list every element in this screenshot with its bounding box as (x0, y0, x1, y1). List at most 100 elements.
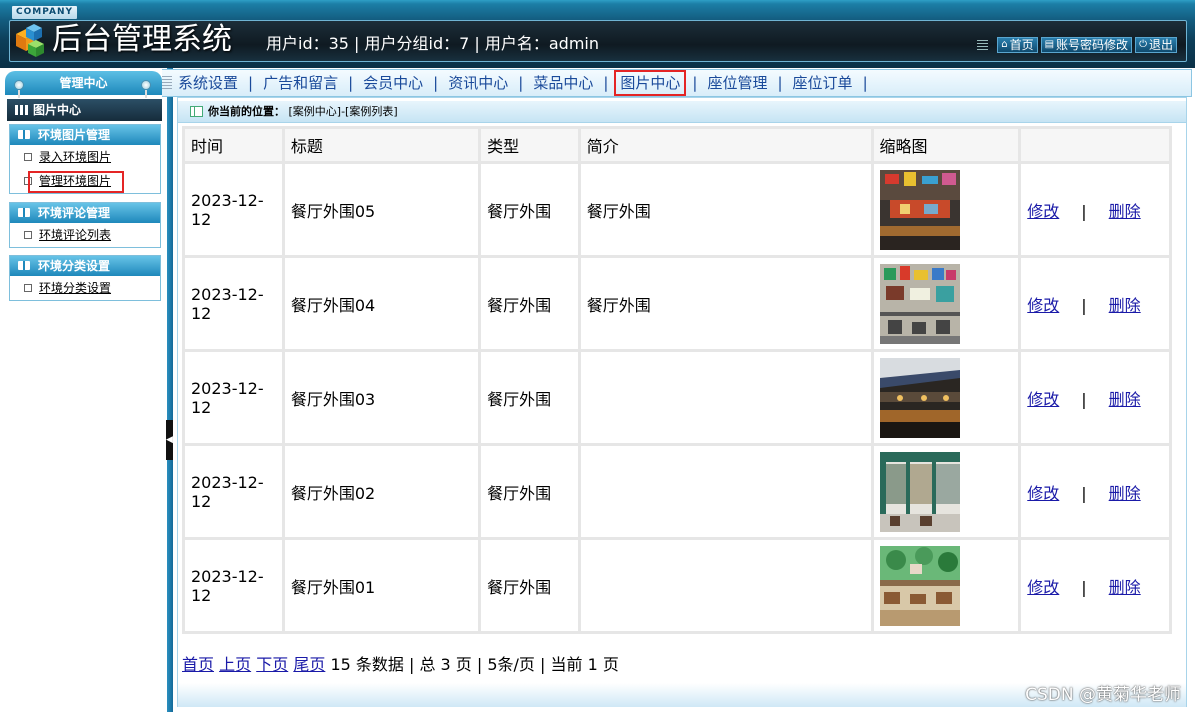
edit-link[interactable]: 修改 (1027, 296, 1059, 315)
delete-link[interactable]: 删除 (1109, 578, 1141, 597)
nav-separator: | (862, 74, 868, 92)
edit-link[interactable]: 修改 (1027, 484, 1059, 503)
logout-label: 退出 (1148, 38, 1173, 52)
home-button[interactable]: ⌂ 首页 (997, 37, 1038, 53)
delete-link[interactable]: 删除 (1109, 484, 1141, 503)
edit-link[interactable]: 修改 (1027, 578, 1059, 597)
sidebar: 管理中心 图片中心 环境图片管理 录入环境图片 管理环境图片 环境评论管理 环境… (0, 68, 173, 712)
cell-thumbnail (873, 164, 1019, 255)
sidebar-item-add-env-image[interactable]: 录入环境图片 (10, 145, 160, 169)
cell-intro (580, 446, 871, 537)
delete-link[interactable]: 删除 (1109, 390, 1141, 409)
sidebar-item-env-comment-list[interactable]: 环境评论列表 (10, 223, 160, 247)
thumbnail-image[interactable] (879, 451, 960, 532)
cell-time: 2023-12-12 (185, 164, 282, 255)
tab-members[interactable]: 会员中心 (359, 72, 427, 94)
sidebar-item-label: 环境分类设置 (39, 281, 112, 295)
pagination: 首页 上页 下页 尾页 15 条数据 | 总 3 页 | 5条/页 | 当前 1… (182, 654, 619, 676)
nav-separator: | (518, 74, 524, 92)
cell-thumbnail (873, 258, 1019, 349)
system-title: 后台管理系统 (52, 22, 232, 57)
cell-title: 餐厅外围03 (284, 352, 479, 443)
pin-icon (14, 80, 24, 98)
sidebar-rail (167, 68, 173, 712)
logout-button[interactable]: ⏻ 退出 (1135, 37, 1177, 53)
last-page-link[interactable]: 尾页 (293, 655, 325, 674)
cell-type: 餐厅外围 (481, 540, 578, 631)
action-separator: | (1081, 295, 1087, 315)
sidebar-group-title: 环境评论管理 (38, 206, 111, 220)
cell-title: 餐厅外围01 (284, 540, 479, 631)
tab-ads-messages[interactable]: 广告和留言 (259, 72, 342, 94)
cubes-logo-icon (16, 24, 44, 57)
tab-dishes[interactable]: 菜品中心 (529, 72, 597, 94)
home-label: 首页 (1009, 38, 1034, 52)
tab-news[interactable]: 资讯中心 (444, 72, 512, 94)
highlight-box (28, 171, 124, 193)
top-nav: 系统设置 | 广告和留言 | 会员中心 | 资讯中心 | 菜品中心 | 图片中心… (162, 69, 1192, 97)
action-separator: | (1081, 483, 1087, 503)
document-icon (24, 231, 32, 239)
document-icon (24, 153, 32, 161)
edit-link[interactable]: 修改 (1027, 390, 1059, 409)
sidebar-group-env-images: 环境图片管理 录入环境图片 管理环境图片 (9, 124, 161, 194)
sidebar-group-env-comments: 环境评论管理 环境评论列表 (9, 202, 161, 248)
cell-actions: 修改 | 删除 (1021, 352, 1169, 443)
document-icon (24, 284, 32, 292)
book-icon (18, 130, 30, 139)
tab-seat-management[interactable]: 座位管理 (703, 72, 771, 94)
sidebar-item-manage-env-images[interactable]: 管理环境图片 (10, 169, 160, 193)
collapse-sidebar-handle[interactable]: ◀ (166, 420, 173, 460)
tab-seat-orders[interactable]: 座位订单 (789, 72, 857, 94)
nav-separator: | (777, 74, 783, 92)
first-page-link[interactable]: 首页 (182, 655, 214, 674)
nav-separator: | (692, 74, 698, 92)
cell-title: 餐厅外围05 (284, 164, 479, 255)
tab-images[interactable]: 图片中心 (614, 70, 687, 96)
cell-intro (580, 540, 871, 631)
header-links: ⌂ 首页 ▤ 账号密码修改 ⏻ 退出 (977, 37, 1177, 53)
thumbnail-image[interactable] (879, 545, 960, 626)
tab-system-settings[interactable]: 系统设置 (174, 72, 242, 94)
thumbnail-image[interactable] (879, 357, 960, 438)
sidebar-group-env-categories: 环境分类设置 环境分类设置 (9, 255, 161, 301)
cell-time: 2023-12-12 (185, 258, 282, 349)
user-info: 用户id：35 | 用户分组id：7 | 用户名：admin (266, 34, 600, 53)
prev-page-link[interactable]: 上页 (219, 655, 251, 674)
book-icon (18, 261, 30, 270)
nav-separator: | (433, 74, 439, 92)
sidebar-group-header[interactable]: 环境评论管理 (10, 203, 160, 223)
column-header-intro: 简介 (580, 129, 871, 161)
grid-icon (15, 105, 28, 115)
power-icon: ⏻ (1139, 39, 1147, 50)
table-row: 2023-12-12 餐厅外围05 餐厅外围 餐厅外围 修改 | 删除 (185, 164, 1169, 255)
cell-actions: 修改 | 删除 (1021, 540, 1169, 631)
sidebar-current-label: 图片中心 (33, 103, 82, 117)
column-header-type: 类型 (481, 129, 578, 161)
edit-link[interactable]: 修改 (1027, 202, 1059, 221)
table-row: 2023-12-12 餐厅外围01 餐厅外围 修改 | 删除 (185, 540, 1169, 631)
home-icon: ⌂ (1001, 39, 1008, 50)
next-page-link[interactable]: 下页 (256, 655, 288, 674)
sidebar-group-header[interactable]: 环境分类设置 (10, 256, 160, 276)
sidebar-group-header[interactable]: 环境图片管理 (10, 125, 160, 145)
action-separator: | (1081, 201, 1087, 221)
table-header-row: 时间 标题 类型 简介 缩略图 (185, 129, 1169, 161)
table-row: 2023-12-12 餐厅外围03 餐厅外围 修改 | 删除 (185, 352, 1169, 443)
sidebar-group-title: 环境图片管理 (38, 128, 111, 142)
table-row: 2023-12-12 餐厅外围04 餐厅外围 餐厅外围 修改 | 删除 (185, 258, 1169, 349)
cell-actions: 修改 | 删除 (1021, 446, 1169, 537)
delete-link[interactable]: 删除 (1109, 202, 1141, 221)
pin-icon (141, 80, 151, 98)
cell-thumbnail (873, 540, 1019, 631)
breadcrumb-label: 你当前的位置： (208, 105, 285, 118)
thumbnail-image[interactable] (879, 263, 960, 344)
pagination-summary: 15 条数据 | 总 3 页 | 5条/页 | 当前 1 页 (330, 655, 619, 674)
sidebar-title: 管理中心 (5, 71, 162, 95)
delete-link[interactable]: 删除 (1109, 296, 1141, 315)
sidebar-item-env-category-settings[interactable]: 环境分类设置 (10, 276, 160, 300)
thumbnail-image[interactable] (879, 169, 960, 250)
sidebar-item-label: 环境评论列表 (39, 228, 112, 242)
cell-time: 2023-12-12 (185, 540, 282, 631)
change-password-button[interactable]: ▤ 账号密码修改 (1040, 37, 1133, 53)
